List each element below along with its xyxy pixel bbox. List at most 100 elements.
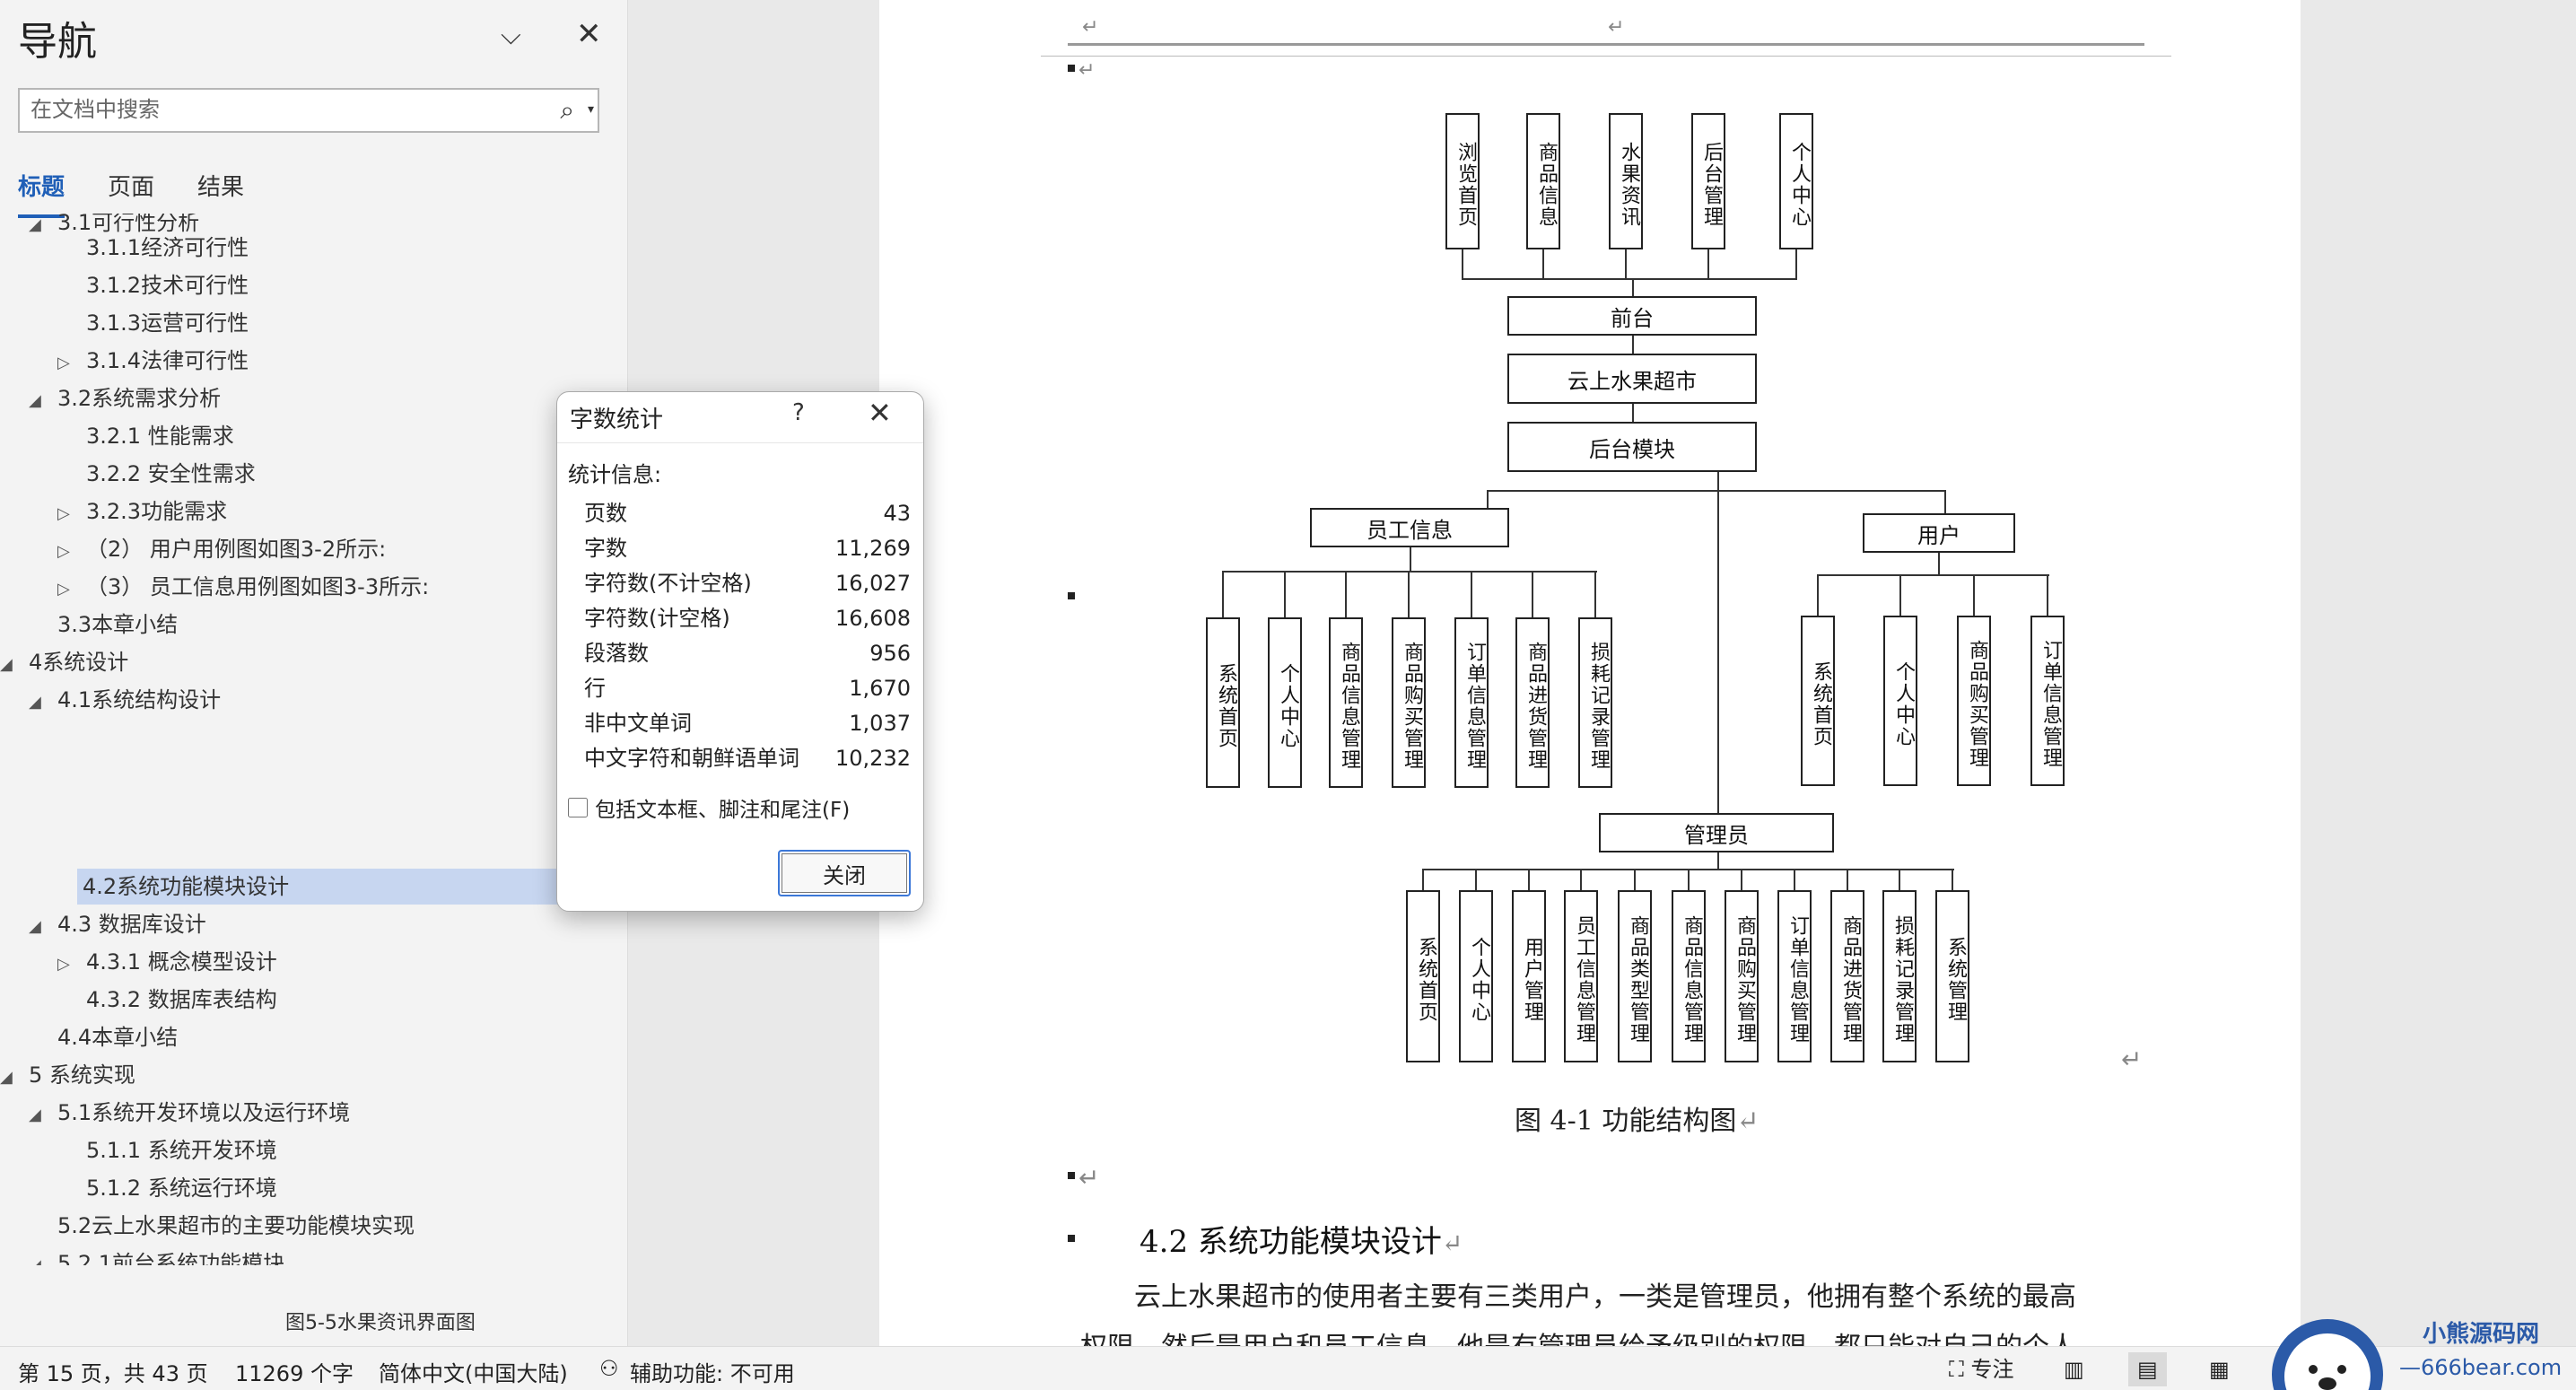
collapsed-arrow-icon[interactable]: ▷	[57, 947, 86, 983]
nav-tree-label: 5.1.1 系统开发环境	[86, 1138, 277, 1163]
connector-line	[1475, 869, 1477, 890]
diagram-leaf-box: 损耗记录管理	[1578, 617, 1612, 788]
expanded-arrow-icon[interactable]: ◢	[0, 647, 29, 683]
expanded-arrow-icon[interactable]: ◢	[29, 383, 57, 419]
nav-tree-item[interactable]: ▷ 3.1.4法律可行性	[57, 343, 249, 379]
checkbox-label: 包括文本框、脚注和尾注(F)	[595, 799, 851, 822]
nav-tree-item[interactable]: ◢ 5.1系统开发环境以及运行环境	[29, 1095, 350, 1131]
navigation-pane: 导航 ⌵ ✕ ⌕ ▾ 标题 页面 结果 ◢3.1可行性分析3.1.1经济可行性3…	[0, 0, 628, 1346]
web-layout-icon[interactable]: ▦	[2200, 1352, 2239, 1386]
close-icon[interactable]: ✕	[576, 16, 602, 52]
collapsed-arrow-icon[interactable]: ▷	[57, 496, 86, 532]
document-page[interactable]: ↵ ↵ ↵ 浏览首页 商品信息 水果资讯 后台管理 个人中心 前台 云上水果超市 后台模块 员工…	[879, 0, 2301, 1346]
diagram-admin-box: 管理员	[1599, 813, 1834, 852]
accessibility-icon[interactable]: ⚇	[599, 1356, 619, 1381]
stat-label: 非中文单词	[584, 711, 692, 736]
nav-tree-label: 4.4本章小结	[57, 1025, 179, 1050]
expanded-arrow-icon[interactable]: ◢	[29, 909, 57, 945]
connector-line	[1542, 249, 1544, 280]
print-layout-icon[interactable]: ▤	[2128, 1352, 2167, 1386]
nav-tree-item[interactable]: ◢ 4.3 数据库设计	[29, 906, 206, 942]
tab-results[interactable]: 结果	[197, 169, 244, 218]
collapsed-arrow-icon[interactable]: ▷	[57, 534, 86, 570]
language-indicator[interactable]: 简体中文(中国大陆)	[379, 1356, 568, 1387]
nav-tree-item[interactable]: ◢ 4系统设计	[0, 644, 128, 680]
collapsed-arrow-icon[interactable]: ▷	[57, 572, 86, 608]
nav-tree-label: 4.3.2 数据库表结构	[86, 987, 277, 1012]
connector-line	[1222, 571, 1224, 617]
nav-tree-label: 4.2系统功能模块设计	[83, 874, 290, 899]
search-input[interactable]	[31, 90, 533, 129]
diagram-leaf-box: 订单信息管理	[1454, 617, 1489, 788]
nav-tree-label: 3.1.2技术可行性	[86, 273, 249, 298]
nav-search-box[interactable]: ⌕ ▾	[18, 88, 599, 133]
connector-line	[1487, 490, 1946, 492]
nav-tree-item[interactable]: 5.1.2 系统运行环境	[57, 1170, 277, 1206]
nav-tree-item[interactable]: 3.1.1经济可行性	[57, 230, 249, 266]
nav-tree-item[interactable]: 4.4本章小结	[29, 1019, 178, 1055]
chevron-down-icon[interactable]: ⌵	[501, 20, 521, 51]
diagram-leaf-box: 商品信息	[1526, 113, 1560, 249]
nav-tree-item[interactable]: 5.2云上水果超市的主要功能模块实现	[29, 1208, 415, 1244]
search-icon[interactable]: ⌕	[560, 95, 574, 126]
diagram-leaf-box: 员工信息管理	[1564, 890, 1598, 1062]
nav-tree-item[interactable]: 3.2.2 安全性需求	[57, 456, 256, 492]
expanded-arrow-icon[interactable]: ◢	[0, 1060, 29, 1096]
connector-line	[1952, 869, 1953, 890]
read-mode-icon[interactable]: ▥	[2055, 1352, 2093, 1386]
diagram-leaf-box: 商品进货管理	[1515, 617, 1550, 788]
accessibility-indicator[interactable]: 辅助功能: 不可用	[630, 1356, 795, 1387]
connector-line	[1632, 404, 1634, 422]
help-icon[interactable]: ?	[792, 399, 805, 426]
paragraph-mark-icon: ↵	[1078, 1163, 1100, 1193]
include-textbox-checkbox[interactable]: 包括文本框、脚注和尾注(F)	[568, 792, 850, 823]
nav-tree-item[interactable]: ◢ 4.1系统结构设计	[29, 682, 221, 718]
stat-label: 字符数(计空格)	[584, 606, 730, 631]
close-icon[interactable]: ✕	[868, 396, 892, 430]
diagram-leaf-box: 个人中心	[1779, 113, 1813, 249]
tab-headings[interactable]: 标题	[18, 169, 65, 218]
nav-tree-label: 5.2.1前台系统功能模块	[57, 1251, 285, 1265]
chevron-down-icon[interactable]: ▾	[588, 102, 594, 117]
nav-tree-label: 5 系统实现	[29, 1062, 135, 1088]
nav-tree-item[interactable]: 3.3本章小结	[29, 607, 178, 643]
stat-row: 字符数(不计空格) 16,027	[584, 566, 911, 601]
nav-tree-item[interactable]: ◢ 5 系统实现	[0, 1057, 135, 1093]
connector-line	[1463, 278, 1797, 280]
nav-tree-label: （3） 员工信息用例图如图3-3所示:	[86, 574, 430, 599]
nav-tree-item[interactable]: 5.1.1 系统开发环境	[57, 1132, 277, 1168]
word-count-indicator[interactable]: 11269 个字	[235, 1356, 354, 1387]
expanded-arrow-icon[interactable]: ◢	[29, 1248, 57, 1265]
nav-tree-item[interactable]: ▷ 3.2.3功能需求	[57, 494, 227, 529]
nav-tree-label: 3.1.4法律可行性	[86, 348, 249, 373]
nav-tree-label: 3.2系统需求分析	[57, 386, 222, 411]
connector-line	[1817, 574, 1819, 616]
connector-line	[1422, 869, 1424, 890]
connector-line	[1795, 249, 1797, 280]
connector-line	[1973, 574, 1975, 616]
tab-pages[interactable]: 页面	[108, 169, 154, 218]
nav-tree-item[interactable]: 4.3.2 数据库表结构	[57, 982, 277, 1018]
expanded-arrow-icon[interactable]: ◢	[29, 214, 57, 243]
nav-tree-item[interactable]: ◢ 3.2系统需求分析	[29, 380, 221, 416]
expanded-arrow-icon[interactable]: ◢	[29, 685, 57, 721]
nav-tree-item[interactable]: ▷ （2） 用户用例图如图3-2所示:	[57, 531, 386, 567]
nav-tree-item[interactable]: ◢5.2.1前台系统功能模块	[29, 1246, 284, 1265]
collapsed-arrow-icon[interactable]: ▷	[57, 345, 86, 381]
connector-line	[1625, 249, 1627, 280]
nav-tree-item[interactable]: 3.1.3运营可行性	[57, 305, 249, 341]
section-heading: 4.2 系统功能模块设计↵	[1140, 1224, 1463, 1260]
nav-tree-item[interactable]: 4.2系统功能模块设计	[77, 869, 562, 905]
connector-line	[1580, 869, 1582, 890]
nav-tree-item[interactable]: 3.2.1 性能需求	[57, 418, 234, 454]
close-button[interactable]: 关闭	[778, 850, 911, 896]
nav-tree-item[interactable]: ▷ 4.3.1 概念模型设计	[57, 944, 277, 980]
connector-line	[1223, 571, 1597, 573]
page-indicator[interactable]: 第 15 页，共 43 页	[18, 1356, 208, 1387]
focus-mode-button[interactable]: ⛶ 专注	[1940, 1352, 2022, 1386]
diagram-leaf-box: 个人中心	[1883, 616, 1917, 786]
nav-tree-item[interactable]: ▷ （3） 员工信息用例图如图3-3所示:	[57, 569, 429, 605]
expanded-arrow-icon[interactable]: ◢	[29, 1097, 57, 1133]
nav-tree-item[interactable]: 3.1.2技术可行性	[57, 267, 249, 303]
checkbox[interactable]	[568, 798, 588, 817]
